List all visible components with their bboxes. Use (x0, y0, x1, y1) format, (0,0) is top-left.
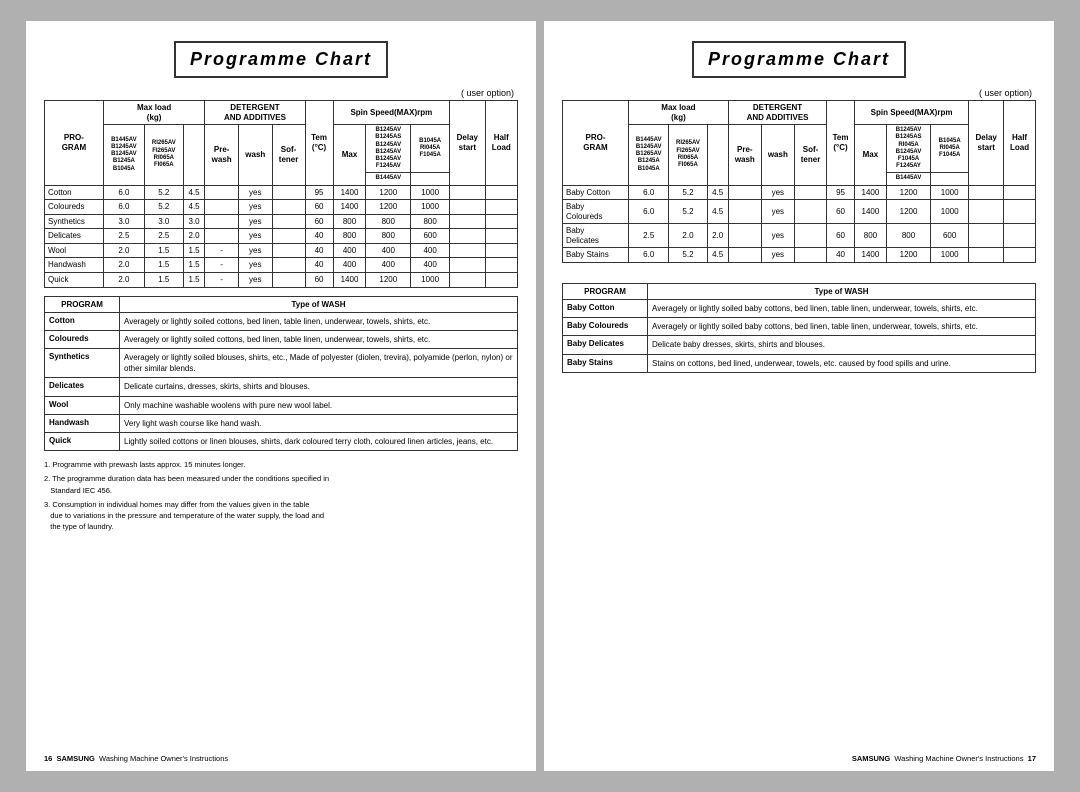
header-spin: Spin Speed(MAX)rpm (333, 101, 450, 125)
header-spin-model2: B1045ARI045AF1045A (411, 125, 450, 173)
header-spin-model1-2: B1245AVB1245ASRI045AB1245AVF1045AF1245AY (887, 125, 931, 173)
header-half: HalfLoad (485, 101, 517, 186)
wash-header-type: Type of WASH (120, 296, 518, 312)
header-model1-2: B1445AVB1245AVB1265AVB1245AB1045A (629, 125, 669, 185)
header-model1: B1445AVB1245AVB1245AVB1245AB1045A (103, 125, 144, 185)
header-delay: Delaystart (450, 101, 485, 186)
table-row: Cotton 6.05.24.5 yes 95 140012001000 (45, 185, 518, 200)
note-2: 2. The programme duration data has been … (44, 473, 518, 496)
header-prewash-2: Pre-wash (728, 125, 761, 185)
table-row: Quick 2.01.51.5 -yes 60 140012001000 (45, 273, 518, 288)
header-temp: Tem(°C) (305, 101, 333, 186)
header-program-2: PRO-GRAM (563, 101, 629, 186)
header-wash: wash (238, 125, 272, 185)
page1-page-number: 16 (44, 754, 52, 763)
table-row: Wool 2.01.51.5 -yes 40 400400400 (45, 243, 518, 258)
header-spin-model1: B1245AVB1245ASB1245AVB1245AVB1245AVF1245… (366, 125, 411, 173)
header-model2-2: RI265AVFI265AVRI065AFI065A (669, 125, 707, 185)
header-softener-2: Sof-tener (794, 125, 826, 185)
table-row: Synthetics 3.03.03.0 yes 60 800800800 (45, 214, 518, 229)
header-softener: Sof-tener (272, 125, 305, 185)
table-row: Delicates 2.52.52.0 yes 40 800800600 (45, 229, 518, 244)
header-max-2: Max (854, 125, 886, 185)
list-item: Baby Stains Stains on cottons, bed lined… (563, 354, 1036, 372)
page2-footer-text: Washing Machine Owner's Instructions (894, 754, 1023, 763)
list-item: Synthetics Averagely or lightly soiled b… (45, 349, 518, 378)
table-row: Baby Stains 6.05.24.5 yes 40 14001200100… (563, 248, 1036, 263)
page-2: Programme Chart ( user option) PRO-GRAM … (544, 21, 1054, 771)
table-row: Handwash 2.01.51.5 -yes 40 400400400 (45, 258, 518, 273)
header-half-2: HalfLoad (1004, 101, 1036, 186)
table-row: BabyDelicates 2.52.02.0 yes 60 800800600 (563, 224, 1036, 248)
programme-table-2: PRO-GRAM Max load(kg) DETERGENTAND ADDIT… (562, 100, 1036, 263)
page1-brand: SAMSUNG (57, 754, 95, 763)
header-delay-2: Delaystart (969, 101, 1004, 186)
page2-user-option: ( user option) (562, 88, 1036, 98)
header-spin-model2-2: B1045ARI045AF1045A (931, 125, 969, 173)
page2-brand: SAMSUNG (852, 754, 890, 763)
page2-footer-right: SAMSUNG Washing Machine Owner's Instruct… (852, 754, 1036, 763)
wash-header-program: PROGRAM (45, 296, 120, 312)
header-spin-2: Spin Speed(MAX)rpm (854, 101, 969, 125)
page1-title: Programme Chart (174, 41, 388, 78)
list-item: Delicates Delicate curtains, dresses, sk… (45, 378, 518, 396)
list-item: Wool Only machine washable woolens with … (45, 396, 518, 414)
header-model2: RI265AVFI265AVRI065AFI065A (144, 125, 183, 185)
table-row: Baby Cotton 6.05.24.5 yes 95 14001200100… (563, 185, 1036, 200)
note-3: 3. Consumption in individual homes may d… (44, 499, 518, 533)
programme-table-1: PRO-GRAM Max load(kg) DETERGENTAND ADDIT… (44, 100, 518, 288)
note-1: 1. Programme with prewash lasts approx. … (44, 459, 518, 470)
wash-type-table-2: PROGRAM Type of WASH Baby Cotton Average… (562, 283, 1036, 373)
wash-header-program-2: PROGRAM (563, 284, 648, 300)
page2-page-number: 17 (1028, 754, 1036, 763)
header-model3 (183, 125, 205, 185)
list-item: Quick Lightly soiled cottons or linen bl… (45, 432, 518, 450)
table-row: BabyColoureds 6.05.24.5 yes 60 140012001… (563, 200, 1036, 224)
wash-header-type-2: Type of WASH (648, 284, 1036, 300)
header-model3-2 (707, 125, 728, 185)
header-temp-2: Tem(°C) (827, 101, 855, 186)
list-item: Baby Cotton Averagely or lightly soiled … (563, 300, 1036, 318)
page1-user-option: ( user option) (44, 88, 518, 98)
header-prewash: Pre-wash (205, 125, 239, 185)
wash-type-table-1: PROGRAM Type of WASH Cotton Averagely or… (44, 296, 518, 452)
header-wash-2: wash (761, 125, 794, 185)
page-1: Programme Chart ( user option) PRO-GRAM … (26, 21, 536, 771)
table-row: Coloureds 6.05.24.5 yes 60 140012001000 (45, 200, 518, 215)
list-item: Cotton Averagely or lightly soiled cotto… (45, 312, 518, 330)
header-max: Max (333, 125, 366, 185)
page2-footer: SAMSUNG Washing Machine Owner's Instruct… (544, 754, 1054, 763)
page2-title: Programme Chart (692, 41, 906, 78)
header-spin-b1445: B1445AV (366, 173, 411, 185)
header-maxload: Max load(kg) (103, 101, 205, 125)
header-spin-b1445-2: B1445AV (887, 173, 931, 185)
header-maxload-2: Max load(kg) (629, 101, 729, 125)
page1-footer: 16 SAMSUNG Washing Machine Owner's Instr… (26, 754, 536, 763)
pages-container: Programme Chart ( user option) PRO-GRAM … (16, 1, 1064, 791)
header-program: PRO-GRAM (45, 101, 104, 186)
header-detergent-2: DETERGENTAND ADDITIVES (728, 101, 826, 125)
header-detergent: DETERGENTAND ADDITIVES (205, 101, 305, 125)
list-item: Handwash Very light wash course like han… (45, 414, 518, 432)
list-item: Baby Delicates Delicate baby dresses, sk… (563, 336, 1036, 354)
list-item: Coloureds Averagely or lightly soiled co… (45, 330, 518, 348)
page1-footer-left: 16 SAMSUNG Washing Machine Owner's Instr… (44, 754, 228, 763)
notes-section: 1. Programme with prewash lasts approx. … (44, 459, 518, 533)
page1-footer-text: Washing Machine Owner's Instructions (99, 754, 228, 763)
list-item: Baby Coloureds Averagely or lightly soil… (563, 318, 1036, 336)
